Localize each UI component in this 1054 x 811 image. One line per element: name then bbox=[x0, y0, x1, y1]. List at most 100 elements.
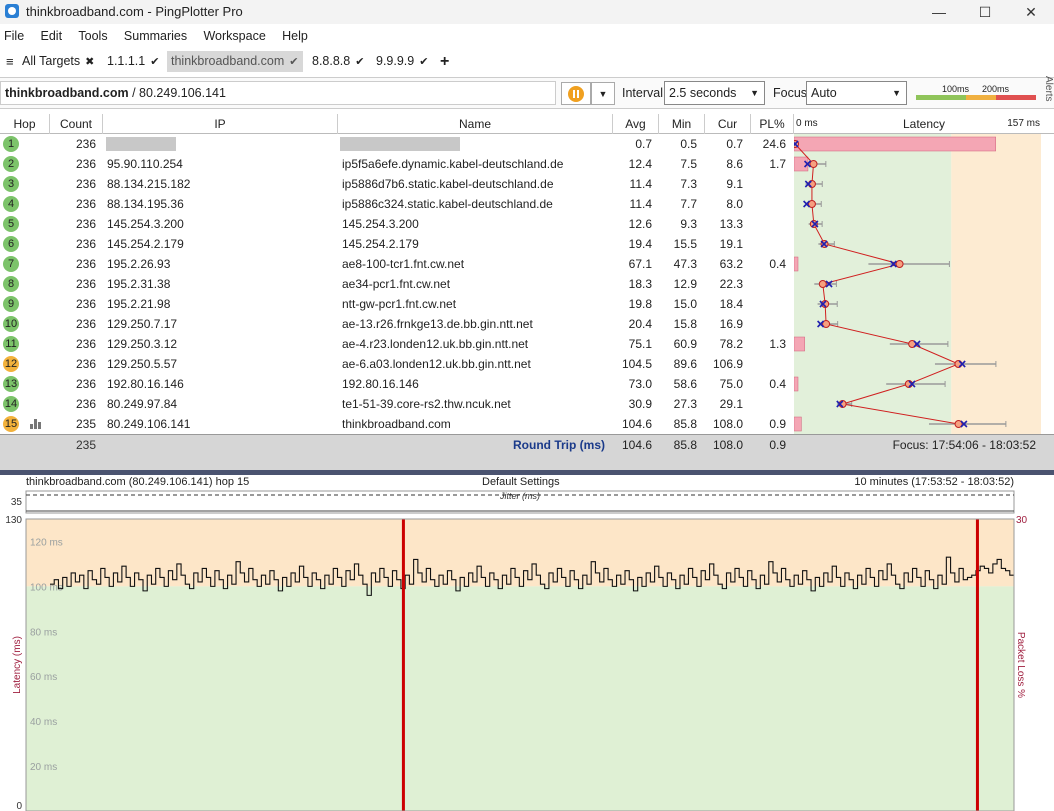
pl-cell bbox=[751, 354, 786, 374]
jitter-label: Jitter (ms) bbox=[499, 491, 540, 501]
header-avg[interactable]: Avg bbox=[613, 114, 659, 134]
tab-all-targets[interactable]: All Targets ✖ bbox=[18, 51, 98, 72]
table-row[interactable]: 13 236 192.80.16.146 192.80.16.146 73.0 58.6 7… bbox=[0, 374, 795, 394]
hop-number-badge: 6 bbox=[3, 236, 19, 252]
table-row[interactable]: 4 236 88.134.195.36 ip5886c324.static.kabel… bbox=[0, 194, 795, 214]
target-ip: / 80.249.106.141 bbox=[128, 86, 226, 100]
hop-number-badge: 2 bbox=[3, 156, 19, 172]
name-cell: ae34-pcr1.fnt.cw.net bbox=[342, 277, 451, 291]
count-cell: 236 bbox=[75, 217, 96, 231]
maximize-button[interactable]: ☐ bbox=[962, 2, 1008, 22]
header-hop[interactable]: Hop bbox=[0, 114, 50, 134]
hamburger-menu-icon[interactable]: ≡ bbox=[2, 51, 18, 72]
tab-label: 1.1.1.1 bbox=[107, 54, 146, 68]
table-row[interactable]: 9 236 195.2.21.98 ntt-gw-pcr1.fnt.cw.net 19.… bbox=[0, 294, 795, 314]
avg-cell: 104.6 bbox=[621, 417, 652, 431]
count-cell: 236 bbox=[75, 357, 96, 371]
header-min[interactable]: Min bbox=[659, 114, 705, 134]
table-row[interactable]: 5 236 145.254.3.200 145.254.3.200 12.6 9.3 13.… bbox=[0, 214, 795, 234]
latency-scale-legend: 100ms 200ms bbox=[916, 84, 1036, 102]
tab-9-9-9-9[interactable]: 9.9.9.9 ✔ bbox=[372, 51, 432, 72]
hop-number-badge: 14 bbox=[3, 396, 19, 412]
target-input[interactable]: thinkbroadband.com / 80.249.106.141 bbox=[0, 81, 556, 105]
table-row[interactable]: 2 236 95.90.110.254 ip5f5a6efe.dynamic.kabe… bbox=[0, 154, 795, 174]
pause-dropdown[interactable]: ▼ bbox=[591, 82, 615, 105]
packet-loss-bar bbox=[794, 416, 802, 432]
graph-title-left: thinkbroadband.com (80.249.106.141) hop … bbox=[26, 476, 250, 488]
avg-cell: 11.4 bbox=[629, 177, 652, 191]
hop-table-header: Hop Count IP Name Avg Min Cur PL% 0 ms L… bbox=[0, 114, 1054, 134]
table-row[interactable]: 1 236 0.7 0.5 0.7 24.6 bbox=[0, 134, 795, 154]
table-row[interactable]: 11 236 129.250.3.12 ae-4.r23.londen12.uk.bb… bbox=[0, 334, 795, 354]
table-row[interactable]: 3 236 88.134.215.182 ip5886d7b6.static.kabe… bbox=[0, 174, 795, 194]
graph-bars-icon[interactable] bbox=[30, 419, 42, 429]
latency-min-label: 0 ms bbox=[796, 118, 818, 129]
header-ip[interactable]: IP bbox=[103, 114, 338, 134]
count-cell: 236 bbox=[75, 137, 96, 151]
header-count[interactable]: Count bbox=[50, 114, 103, 134]
ip-cell: 145.254.2.179 bbox=[107, 237, 184, 251]
menu-edit[interactable]: Edit bbox=[41, 29, 63, 43]
latency-green-zone bbox=[26, 586, 1014, 811]
count-cell: 236 bbox=[75, 237, 96, 251]
ip-cell: 192.80.16.146 bbox=[107, 377, 184, 391]
table-row[interactable]: 8 236 195.2.31.38 ae34-pcr1.fnt.cw.net 18.3 1… bbox=[0, 274, 795, 294]
alerts-side-tab[interactable]: Alerts bbox=[1040, 76, 1054, 116]
close-window-button[interactable]: ✕ bbox=[1008, 2, 1054, 22]
menu-workspace[interactable]: Workspace bbox=[203, 29, 265, 43]
timeline-graph[interactable]: Jitter (ms) 35 120 ms 100 ms 80 ms 60 ms 40 ms… bbox=[0, 490, 1054, 811]
cur-cell: 29.1 bbox=[719, 397, 743, 411]
focus-select[interactable]: Auto ▼ bbox=[806, 81, 907, 105]
tab-label: 9.9.9.9 bbox=[376, 54, 415, 68]
pl-cell bbox=[751, 314, 786, 334]
name-cell: ae-6.a03.londen12.uk.bb.gin.ntt.net bbox=[342, 357, 531, 371]
table-row[interactable]: 15 235 80.249.106.141 thinkbroadband.com 104… bbox=[0, 414, 795, 434]
interval-label: Interval bbox=[622, 86, 663, 100]
table-row[interactable]: 14 236 80.249.97.84 te1-51-39.core-rs2.thw.… bbox=[0, 394, 795, 414]
min-cell: 58.6 bbox=[673, 377, 697, 391]
latency-max-label: 157 ms bbox=[1007, 118, 1040, 129]
cur-cell: 75.0 bbox=[719, 377, 743, 391]
scale-green-bar bbox=[916, 95, 966, 100]
header-pl[interactable]: PL% bbox=[751, 114, 794, 134]
table-row[interactable]: 7 236 195.2.26.93 ae8-100-tcr1.fnt.cw.net 67… bbox=[0, 254, 795, 274]
tab-thinkbroadband[interactable]: thinkbroadband.com ✔ bbox=[167, 51, 303, 72]
cur-cell: 18.4 bbox=[719, 297, 743, 311]
min-cell: 7.5 bbox=[680, 157, 697, 171]
minimize-button[interactable]: — bbox=[916, 2, 962, 22]
tab-label: All Targets bbox=[22, 54, 81, 68]
menu-summaries[interactable]: Summaries bbox=[124, 29, 187, 43]
name-cell: 145.254.3.200 bbox=[342, 217, 419, 231]
check-icon: ✔ bbox=[355, 56, 365, 68]
table-row[interactable]: 10 236 129.250.7.17 ae-13.r26.frnkge13.de.b… bbox=[0, 314, 795, 334]
menu-tools[interactable]: Tools bbox=[78, 29, 107, 43]
hop-number-badge: 4 bbox=[3, 196, 19, 212]
header-name[interactable]: Name bbox=[338, 114, 613, 134]
window-title: thinkbroadband.com - PingPlotter Pro bbox=[26, 4, 243, 19]
header-latency[interactable]: 0 ms Latency 157 ms bbox=[794, 114, 1054, 134]
ip-cell: 80.249.106.141 bbox=[107, 417, 191, 431]
target-tab-bar: ≡ All Targets ✖ 1.1.1.1 ✔ thinkbroadband.c… bbox=[0, 51, 1054, 73]
target-host: thinkbroadband.com bbox=[5, 86, 129, 100]
table-row[interactable]: 6 236 145.254.2.179 145.254.2.179 19.4 15.5 19… bbox=[0, 234, 795, 254]
pl-cell bbox=[751, 214, 786, 234]
pl-cell bbox=[751, 274, 786, 294]
avg-cell: 75.1 bbox=[628, 337, 652, 351]
header-cur[interactable]: Cur bbox=[705, 114, 751, 134]
add-target-button[interactable]: + bbox=[436, 51, 453, 72]
pingplotter-app-icon bbox=[5, 4, 19, 18]
menu-file[interactable]: File bbox=[4, 29, 24, 43]
tab-8-8-8-8[interactable]: 8.8.8.8 ✔ bbox=[308, 51, 368, 72]
table-row[interactable]: 12 236 129.250.5.57 ae-6.a03.londen12.uk.bb… bbox=[0, 354, 795, 374]
menu-help[interactable]: Help bbox=[282, 29, 308, 43]
count-cell: 236 bbox=[75, 157, 96, 171]
tab-1-1-1-1[interactable]: 1.1.1.1 ✔ bbox=[103, 51, 163, 72]
interval-select[interactable]: 2.5 seconds ▼ bbox=[664, 81, 765, 105]
close-icon[interactable]: ✖ bbox=[85, 56, 94, 68]
pause-button[interactable] bbox=[561, 82, 591, 105]
panel-splitter[interactable] bbox=[0, 470, 1054, 475]
packet-loss-bar bbox=[794, 376, 799, 392]
title-bar: thinkbroadband.com - PingPlotter Pro — ☐… bbox=[0, 0, 1054, 24]
redacted-name bbox=[340, 137, 460, 151]
avg-latency-point bbox=[807, 180, 816, 188]
